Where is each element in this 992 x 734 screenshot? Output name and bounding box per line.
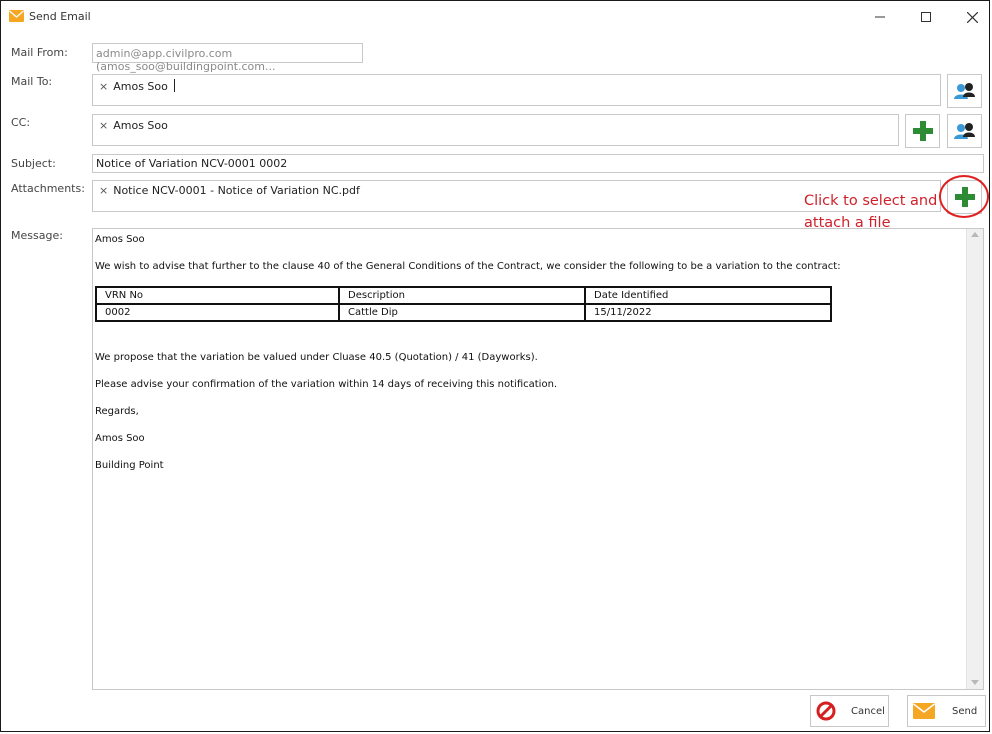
cancel-label: Cancel	[851, 705, 885, 717]
variation-table: VRN No Description Date Identified 0002 …	[95, 286, 832, 322]
mail-to-contacts-button[interactable]	[947, 74, 982, 108]
mail-from-label: Mail From:	[11, 46, 68, 59]
table-header: VRN No	[95, 286, 340, 305]
message-advise: Please advise your confirmation of the v…	[95, 379, 558, 390]
recipient-chip: × Amos Soo	[99, 79, 175, 93]
contacts-icon	[953, 83, 975, 99]
close-button[interactable]	[949, 1, 992, 33]
plus-icon	[912, 121, 933, 141]
table-cell: 15/11/2022	[584, 303, 832, 322]
attachment-chip: × Notice NCV-0001 - Notice of Variation N…	[99, 184, 360, 197]
cancel-icon	[816, 701, 836, 721]
table-cell: Cattle Dip	[338, 303, 586, 322]
scroll-up-icon[interactable]	[971, 232, 979, 237]
table-row: 0002 Cattle Dip 15/11/2022	[95, 303, 832, 322]
message-signature-name: Amos Soo	[95, 433, 145, 444]
cc-field[interactable]: × Amos Soo	[92, 114, 899, 146]
message-signature-company: Building Point	[95, 460, 164, 471]
table-cell: 0002	[95, 303, 340, 322]
message-greeting: Amos Soo	[95, 234, 145, 245]
contacts-icon	[953, 123, 975, 139]
message-label: Message:	[11, 229, 63, 242]
scroll-down-icon[interactable]	[971, 680, 979, 685]
subject-input[interactable]: Notice of Variation NCV-0001 0002	[92, 154, 984, 173]
cc-recipient-name: Amos Soo	[113, 119, 168, 132]
chip-remove-icon[interactable]: ×	[99, 80, 108, 93]
plus-icon	[954, 187, 975, 207]
text-caret	[173, 79, 175, 92]
title-bar: Send Email	[1, 1, 989, 33]
mail-from-field: admin@app.civilpro.com (amos_soo@buildin…	[92, 43, 363, 73]
message-regards: Regards,	[95, 406, 139, 417]
cc-contacts-button[interactable]	[947, 114, 982, 148]
table-header: Date Identified	[584, 286, 832, 305]
chip-remove-icon[interactable]: ×	[99, 184, 108, 197]
maximize-icon	[921, 12, 931, 22]
minimize-button[interactable]	[857, 1, 903, 33]
message-editor[interactable]: Amos Soo We wish to advise that further …	[92, 228, 984, 690]
cc-recipient-chip: × Amos Soo	[99, 119, 168, 132]
message-proposal: We propose that the variation be valued …	[95, 352, 538, 363]
envelope-icon	[9, 10, 24, 22]
window-title: Send Email	[29, 10, 91, 23]
maximize-button[interactable]	[903, 1, 949, 33]
message-scrollbar[interactable]	[966, 229, 983, 689]
attachments-label: Attachments:	[11, 182, 85, 195]
send-email-window: Send Email Mail From: admin@app.civilpro…	[0, 0, 990, 732]
cc-add-button[interactable]	[905, 114, 940, 148]
recipient-name: Amos Soo	[113, 80, 168, 93]
close-icon	[966, 11, 978, 23]
mail-to-label: Mail To:	[11, 75, 53, 88]
envelope-icon	[913, 703, 935, 719]
cc-label: CC:	[11, 116, 31, 129]
attachment-filename: Notice NCV-0001 - Notice of Variation NC…	[113, 184, 360, 197]
annotation-line-1: Click to select and	[804, 193, 938, 209]
message-intro: We wish to advise that further to the cl…	[95, 261, 841, 272]
subject-label: Subject:	[11, 157, 56, 170]
mail-to-field[interactable]: × Amos Soo	[92, 74, 941, 106]
send-button[interactable]: Send	[907, 695, 986, 727]
table-header-row: VRN No Description Date Identified	[95, 286, 832, 305]
table-header: Description	[338, 286, 586, 305]
send-label: Send	[952, 705, 978, 717]
cancel-button[interactable]: Cancel	[810, 695, 889, 727]
minimize-icon	[875, 16, 885, 18]
chip-remove-icon[interactable]: ×	[99, 119, 108, 132]
